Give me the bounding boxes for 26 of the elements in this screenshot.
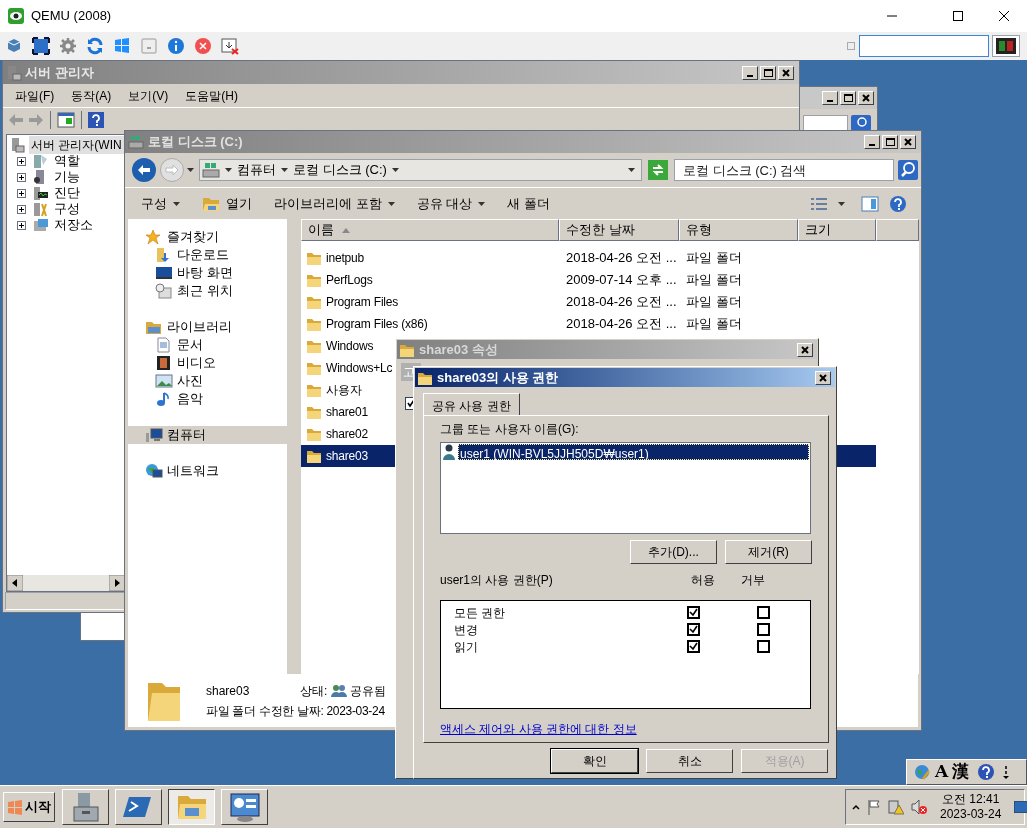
detail-label: 상태: (300, 682, 328, 700)
window-title: 로컬 디스크 (C:) (148, 133, 243, 152)
table-cell: 파일 폴더 (686, 272, 742, 288)
detail-text: 2023-03-24 (326, 702, 385, 720)
table-cell: 파일 폴더 (686, 316, 742, 332)
table-cell: 2018-04-26 오전 ... (566, 250, 677, 266)
column-header: 허용 (690, 572, 716, 589)
window-title: QEMU (2008) (31, 7, 112, 26)
window-title: share03 속성 (419, 340, 498, 359)
permission-name: 모든 권한 (453, 604, 507, 622)
detail-text: 공유됨 (350, 682, 387, 700)
permission-name: 읽기 (453, 638, 479, 656)
detail-text: 파일 폴더 (206, 702, 256, 720)
label: user1의 사용 권한(P) (440, 572, 554, 589)
table-cell: 파일 폴더 (686, 294, 742, 310)
label: 그룹 또는 사용자 이름(G): (440, 423, 580, 436)
table-cell: 파일 폴더 (686, 250, 742, 266)
detail-label: 수정한 날짜: (258, 702, 324, 720)
window-title: share03의 사용 권한 (437, 368, 559, 387)
table-cell: 2018-04-26 오전 ... (566, 294, 677, 310)
permission-name: 변경 (453, 621, 479, 639)
window-title: 서버 관리자 (25, 63, 94, 82)
column-header: 거부 (740, 572, 766, 589)
table-cell: 2009-07-14 오후 ... (566, 272, 677, 288)
detail-text: share03 (206, 682, 251, 700)
table-cell: 2018-04-26 오전 ... (566, 316, 677, 332)
